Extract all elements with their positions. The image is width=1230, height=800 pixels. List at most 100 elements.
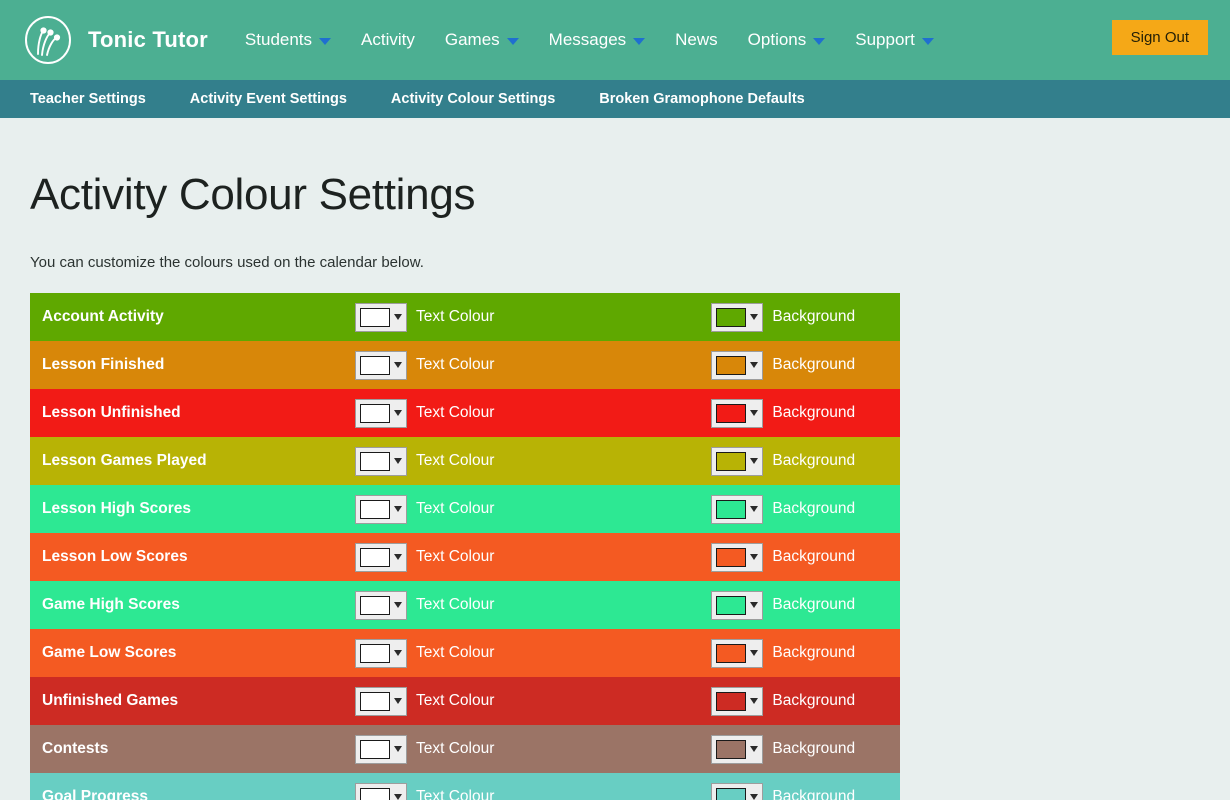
chevron-down-icon [507,38,519,45]
nav-item-support[interactable]: Support [840,22,949,58]
text-picker-group: Text Colour [355,447,494,476]
background-picker-group: Background [711,447,855,476]
background-picker-group: Background [711,591,855,620]
text-colour-picker[interactable] [355,447,407,476]
activity-type-label: Lesson Low Scores [30,548,355,566]
text-picker-group: Text Colour [355,783,494,800]
background-colour-swatch [716,500,746,519]
background-colour-picker[interactable] [711,591,763,620]
page-content: Activity Colour Settings You can customi… [0,170,1230,800]
background-colour-swatch [716,596,746,615]
table-row: Goal ProgressText Colour Background [30,773,900,800]
background-picker-label: Background [772,404,855,422]
text-picker-label: Text Colour [416,356,494,374]
subnav-item-teacher-settings[interactable]: Teacher Settings [30,91,168,107]
nav-item-news[interactable]: News [660,22,733,58]
text-picker-label: Text Colour [416,596,494,614]
text-picker-group: Text Colour [355,687,494,716]
background-colour-picker[interactable] [711,399,763,428]
text-colour-picker[interactable] [355,543,407,572]
main-navigation: StudentsActivityGamesMessagesNews Options… [230,22,949,58]
background-picker-group: Background [711,543,855,572]
background-colour-picker[interactable] [711,543,763,572]
chevron-down-icon [813,38,825,45]
subnav-item-activity-event-settings[interactable]: Activity Event Settings [190,91,369,107]
text-colour-swatch [360,788,390,800]
table-row: Game Low Scores Text Colour Background [30,629,900,677]
background-picker-group: Background [711,639,855,668]
background-picker-group: Background [711,495,855,524]
text-picker-label: Text Colour [416,740,494,758]
text-picker-group: Text Colour [355,639,494,668]
background-picker-group: Background [711,687,855,716]
background-colour-swatch [716,644,746,663]
activity-type-label: Goal Progress [30,788,355,800]
text-colour-swatch [360,644,390,663]
nav-item-label: Support [855,30,915,50]
nav-item-label: Options [748,30,807,50]
activity-type-label: Game Low Scores [30,644,355,662]
background-picker-label: Background [772,308,855,326]
text-colour-picker[interactable] [355,735,407,764]
text-colour-picker[interactable] [355,639,407,668]
activity-type-label: Account Activity [30,308,355,326]
text-picker-label: Text Colour [416,452,494,470]
chevron-down-icon [394,362,402,368]
chevron-down-icon [394,698,402,704]
activity-type-label: Contests [30,740,355,758]
background-picker-group: Background [711,399,855,428]
nav-item-options[interactable]: Options [733,22,841,58]
background-colour-picker[interactable] [711,783,763,800]
nav-item-games[interactable]: Games [430,22,534,58]
nav-item-messages[interactable]: Messages [534,22,660,58]
background-picker-group: Background [711,735,855,764]
text-picker-group: Text Colour [355,303,494,332]
table-row: Lesson Games PlayedText ColourBackground [30,437,900,485]
text-picker-label: Text Colour [416,644,494,662]
chevron-down-icon [319,38,331,45]
chevron-down-icon [750,458,758,464]
chevron-down-icon [750,506,758,512]
background-colour-swatch [716,788,746,800]
chevron-down-icon [394,410,402,416]
background-colour-picker[interactable] [711,639,763,668]
chevron-down-icon [394,506,402,512]
nav-item-activity[interactable]: Activity [346,22,430,58]
background-picker-label: Background [772,596,855,614]
background-picker-label: Background [772,644,855,662]
sub-navigation-bar: Teacher Settings Activity Event Settings A… [0,80,1230,118]
chevron-down-icon [922,38,934,45]
background-colour-picker[interactable] [711,495,763,524]
chevron-down-icon [394,650,402,656]
background-picker-group: Background [711,783,855,800]
chevron-down-icon [394,458,402,464]
background-colour-picker[interactable] [711,351,763,380]
text-picker-label: Text Colour [416,548,494,566]
chevron-down-icon [394,314,402,320]
background-picker-label: Background [772,452,855,470]
text-colour-picker[interactable] [355,495,407,524]
activity-type-label: Unfinished Games [30,692,355,710]
text-colour-picker[interactable] [355,399,407,428]
text-colour-picker[interactable] [355,783,407,800]
background-colour-picker[interactable] [711,687,763,716]
text-colour-swatch [360,500,390,519]
subnav-item-broken-gramophone-defaults[interactable]: Broken Gramophone Defaults [599,91,826,107]
text-colour-picker[interactable] [355,303,407,332]
sign-out-button[interactable]: Sign Out [1112,20,1208,55]
text-colour-picker[interactable] [355,351,407,380]
text-colour-picker[interactable] [355,591,407,620]
brand[interactable]: Tonic Tutor [22,14,208,66]
background-colour-picker[interactable] [711,447,763,476]
background-colour-picker[interactable] [711,303,763,332]
text-colour-picker[interactable] [355,687,407,716]
chevron-down-icon [394,554,402,560]
background-colour-swatch [716,452,746,471]
page-subtitle: You can customize the colours used on th… [30,254,1200,271]
table-row: Lesson FinishedText ColourBackground [30,341,900,389]
background-colour-picker[interactable] [711,735,763,764]
text-colour-swatch [360,404,390,423]
chevron-down-icon [394,746,402,752]
nav-item-students[interactable]: Students [230,22,346,58]
subnav-item-activity-colour-settings[interactable]: Activity Colour Settings [391,91,577,107]
